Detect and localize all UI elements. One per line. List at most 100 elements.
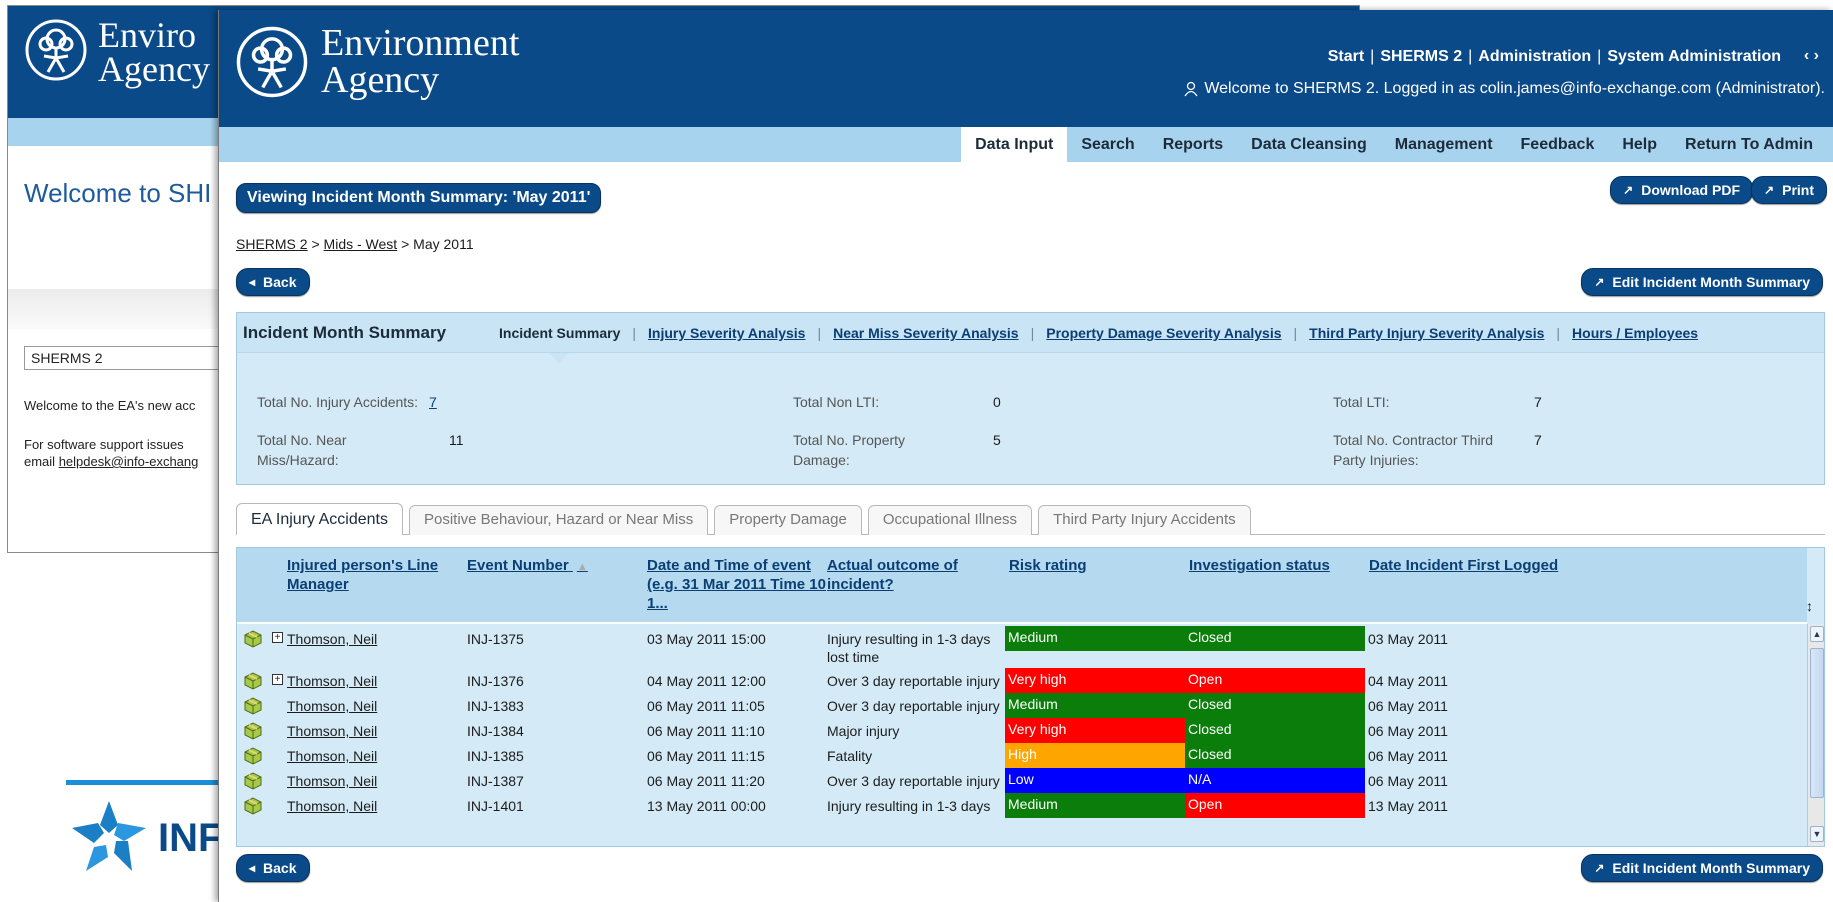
line-manager-link[interactable]: Thomson, Neil xyxy=(287,772,377,790)
download-pdf-button[interactable]: ↗ Download PDF xyxy=(1610,176,1753,204)
actual-outcome: Injury resulting in 1-3 days lost time xyxy=(827,631,991,665)
event-date: 03 May 2011 15:00 xyxy=(647,631,766,647)
back-button-bottom[interactable]: ◂ Back xyxy=(236,854,310,882)
risk-rating-badge: High xyxy=(1005,743,1185,768)
menu-help[interactable]: Help xyxy=(1608,127,1671,162)
bg-footer-line xyxy=(66,780,236,785)
breadcrumb-current: May 2011 xyxy=(413,236,474,252)
nav-administration[interactable]: Administration xyxy=(1478,48,1591,65)
col-event-number[interactable]: Event Number ▲ xyxy=(467,556,588,577)
table-row[interactable]: Thomson, Neil INJ-1401 13 May 2011 00:00 In… xyxy=(237,793,1807,818)
bg-helpdesk-link[interactable]: helpdesk@info-exchang xyxy=(59,454,199,469)
main-window: Environment Agency Start | SHERMS 2 | Admini… xyxy=(218,10,1833,902)
col-line-manager[interactable]: Injured person's Line Manager xyxy=(287,556,438,594)
col-date-first-logged[interactable]: Date Incident First Logged xyxy=(1369,556,1558,575)
near-miss-label: Total No. Near Miss/Hazard: xyxy=(257,432,347,468)
event-date: 06 May 2011 11:05 xyxy=(647,698,765,714)
table-row[interactable]: Thomson, Neil INJ-1384 06 May 2011 11:10 Ma… xyxy=(237,718,1807,743)
summary-tab-injury-severity[interactable]: Injury Severity Analysis xyxy=(648,325,805,341)
menu-data-input[interactable]: Data Input xyxy=(961,127,1068,162)
tab-third-party-injury[interactable]: Third Party Injury Accidents xyxy=(1038,505,1251,535)
menu-bar: Data Input Search Reports Data Cleansing… xyxy=(219,127,1833,162)
environment-agency-logo[interactable]: Environment Agency xyxy=(235,24,519,99)
page-title: Viewing Incident Month Summary: 'May 201… xyxy=(236,183,602,213)
nav-sherms2[interactable]: SHERMS 2 xyxy=(1380,48,1462,65)
line-manager-link[interactable]: Thomson, Neil xyxy=(287,697,377,715)
incident-package-icon[interactable] xyxy=(242,670,264,690)
injury-accidents-value[interactable]: 7 xyxy=(429,394,437,410)
bg-support-text: For software support issues email helpde… xyxy=(24,437,199,469)
environment-agency-logo-icon xyxy=(236,26,308,98)
incident-package-icon[interactable] xyxy=(242,745,264,765)
line-manager-link[interactable]: Thomson, Neil xyxy=(287,797,377,815)
summary-tab-property-damage-severity[interactable]: Property Damage Severity Analysis xyxy=(1046,325,1281,341)
nav-start[interactable]: Start xyxy=(1328,48,1364,65)
collapse-arrows-icon[interactable]: ‹ › xyxy=(1804,47,1819,65)
event-number: INJ-1387 xyxy=(467,773,524,789)
external-arrow-icon: ↗ xyxy=(1623,183,1634,197)
menu-data-cleansing[interactable]: Data Cleansing xyxy=(1237,127,1381,162)
investigation-status-badge: N/A xyxy=(1185,768,1365,793)
expand-row-icon[interactable]: + xyxy=(272,632,283,643)
injury-accidents-label: Total No. Injury Accidents: xyxy=(257,394,419,410)
breadcrumb-sherms2[interactable]: SHERMS 2 xyxy=(236,236,308,252)
event-date: 13 May 2011 00:00 xyxy=(647,798,766,814)
menu-search[interactable]: Search xyxy=(1067,127,1148,162)
line-manager-link[interactable]: Thomson, Neil xyxy=(287,672,377,690)
col-date-time[interactable]: Date and Time of event (e.g. 31 Mar 2011… xyxy=(647,556,826,613)
breadcrumb-mids-west[interactable]: Mids - West xyxy=(324,236,398,252)
menu-management[interactable]: Management xyxy=(1381,127,1507,162)
investigation-status-badge: Closed xyxy=(1185,718,1365,743)
scroll-up-icon[interactable]: ▲ xyxy=(1810,626,1824,642)
table-row[interactable]: Thomson, Neil INJ-1385 06 May 2011 11:15 Fa… xyxy=(237,743,1807,768)
scroll-down-icon[interactable]: ▼ xyxy=(1810,826,1824,842)
tab-ea-injury-accidents[interactable]: EA Injury Accidents xyxy=(236,503,403,535)
summary-tab-hours-employees[interactable]: Hours / Employees xyxy=(1572,325,1698,341)
scrollbar-thumb[interactable] xyxy=(1810,648,1824,798)
sort-ascending-icon: ▲ xyxy=(576,561,588,573)
event-date: 06 May 2011 11:15 xyxy=(647,748,765,764)
column-resize-icon[interactable]: ↕ xyxy=(1806,598,1813,614)
menu-return-to-admin[interactable]: Return To Admin xyxy=(1671,127,1827,162)
edit-summary-button-top[interactable]: ↗ Edit Incident Month Summary xyxy=(1581,268,1823,296)
incident-package-icon[interactable] xyxy=(242,795,264,815)
col-actual-outcome[interactable]: Actual outcome of incident? xyxy=(827,556,958,594)
menu-feedback[interactable]: Feedback xyxy=(1507,127,1609,162)
incident-package-icon[interactable] xyxy=(242,628,264,648)
bg-logo: Enviro Agency xyxy=(24,17,210,87)
left-arrow-icon: ◂ xyxy=(249,861,256,875)
col-risk-rating[interactable]: Risk rating xyxy=(1009,556,1087,575)
incident-package-icon[interactable] xyxy=(242,720,264,740)
incident-package-icon[interactable] xyxy=(242,770,264,790)
print-button[interactable]: ↗ Print xyxy=(1751,176,1827,204)
line-manager-link[interactable]: Thomson, Neil xyxy=(287,722,377,740)
table-row[interactable]: + Thomson, Neil INJ-1375 03 May 2011 15:00 I… xyxy=(237,626,1807,668)
summary-tab-third-party-severity[interactable]: Third Party Injury Severity Analysis xyxy=(1309,325,1544,341)
actual-outcome: Over 3 day reportable injury xyxy=(827,773,1000,789)
tab-property-damage[interactable]: Property Damage xyxy=(714,505,862,535)
table-row[interactable]: Thomson, Neil INJ-1387 06 May 2011 11:20 Ov… xyxy=(237,768,1807,793)
line-manager-link[interactable]: Thomson, Neil xyxy=(287,747,377,765)
summary-tab-near-miss-severity[interactable]: Near Miss Severity Analysis xyxy=(833,325,1018,341)
expand-row-icon[interactable]: + xyxy=(272,674,283,685)
date-first-logged: 13 May 2011 xyxy=(1368,798,1448,814)
event-date: 06 May 2011 11:20 xyxy=(647,773,765,789)
left-arrow-icon: ◂ xyxy=(249,275,256,289)
line-manager-link[interactable]: Thomson, Neil xyxy=(287,630,377,648)
back-button-top[interactable]: ◂ Back xyxy=(236,268,310,296)
tab-positive-behaviour[interactable]: Positive Behaviour, Hazard or Near Miss xyxy=(408,505,709,535)
nav-system-administration[interactable]: System Administration xyxy=(1607,48,1781,65)
summary-title: Incident Month Summary xyxy=(243,323,447,342)
summary-tab-incident-summary[interactable]: Incident Summary xyxy=(499,325,620,341)
menu-reports[interactable]: Reports xyxy=(1149,127,1237,162)
table-header: Injured person's Line Manager Event Numb… xyxy=(237,548,1807,624)
table-row[interactable]: Thomson, Neil INJ-1383 06 May 2011 11:05 Ov… xyxy=(237,693,1807,718)
date-first-logged: 06 May 2011 xyxy=(1368,748,1448,764)
table-scrollbar[interactable]: ▲ ▼ xyxy=(1807,624,1824,846)
edit-summary-button-bottom[interactable]: ↗ Edit Incident Month Summary xyxy=(1581,854,1823,882)
actual-outcome: Injury resulting in 1-3 days xyxy=(827,798,991,814)
table-row[interactable]: + Thomson, Neil INJ-1376 04 May 2011 12:00 O… xyxy=(237,668,1807,693)
tab-occupational-illness[interactable]: Occupational Illness xyxy=(867,505,1033,535)
col-investigation-status[interactable]: Investigation status xyxy=(1189,556,1330,575)
incident-package-icon[interactable] xyxy=(242,695,264,715)
